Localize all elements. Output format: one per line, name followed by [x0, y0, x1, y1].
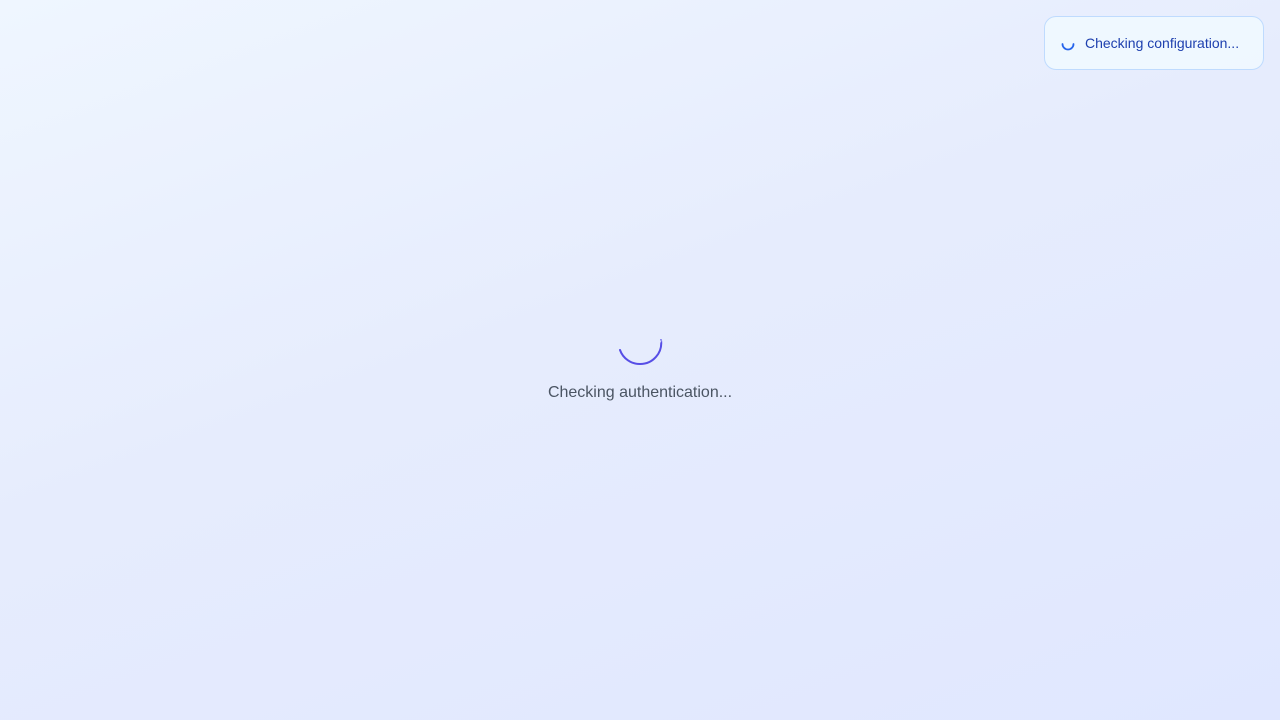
auth-loading-panel: Checking authentication...	[0, 320, 1280, 402]
loading-spinner-icon	[616, 320, 664, 368]
config-status-label: Checking configuration...	[1085, 35, 1240, 51]
auth-status-label: Checking authentication...	[547, 384, 733, 401]
config-status-toast: Checking configuration...	[1044, 16, 1264, 70]
loading-spinner-icon	[1061, 37, 1075, 51]
